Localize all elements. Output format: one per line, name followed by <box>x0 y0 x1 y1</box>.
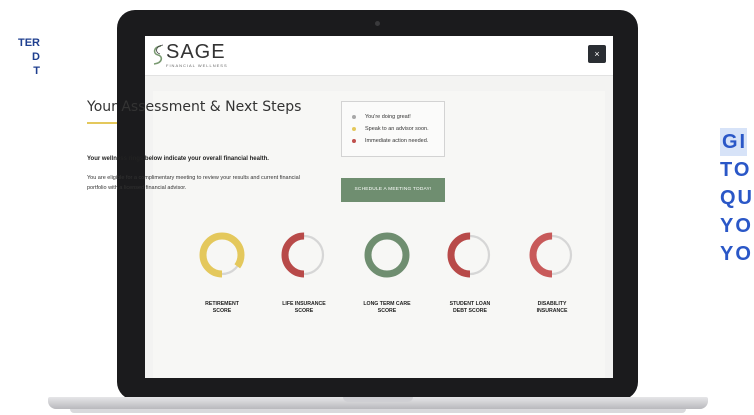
legend-label: You're doing great! <box>365 114 411 120</box>
app-header: SAGE FINANCIAL WELLNESS × <box>145 36 613 76</box>
eligibility-description: You are eligible for a complimentary mee… <box>87 175 300 191</box>
ring-label-line: DISABILITY <box>537 301 567 307</box>
legend-item: Speak to an advisor soon. <box>352 123 444 135</box>
legend-item: You're doing great! <box>352 111 444 123</box>
right-text-line: TO <box>720 159 752 181</box>
left-cropped-text: TER D T <box>0 36 40 78</box>
student-loan-score-ring <box>447 232 493 278</box>
ring-label-line: STUDENT LOAN <box>449 301 491 307</box>
status-legend: You're doing great! Speak to an advisor … <box>341 101 445 157</box>
camera-icon <box>375 21 380 26</box>
status-dot-icon <box>352 139 356 143</box>
ring-label-line: SCORE <box>377 308 397 314</box>
left-text-line: T <box>33 65 40 77</box>
laptop-screen: SAGE FINANCIAL WELLNESS × <box>145 36 613 378</box>
ring-label: LONG TERM CARE SCORE <box>352 301 422 315</box>
rings-subhead: Your wellness rings below indicate your … <box>87 156 269 162</box>
brand-tagline: FINANCIAL WELLNESS <box>166 63 228 68</box>
laptop-shadow <box>70 409 686 413</box>
long-term-care-score-ring <box>364 232 410 278</box>
ring-label: STUDENT LOAN DEBT SCORE <box>435 301 505 315</box>
ring-label-line: LONG TERM CARE <box>363 301 411 307</box>
ring-label: LIFE INSURANCE SCORE <box>269 301 339 315</box>
sage-leaf-icon <box>153 44 164 65</box>
status-dot-icon <box>352 127 356 131</box>
page-title: Your Assessment & Next Steps <box>87 99 302 115</box>
ring-fill <box>364 232 410 278</box>
right-text-line: GI <box>720 128 748 156</box>
right-text-line: QU <box>720 187 754 209</box>
retirement-score-ring <box>199 232 245 278</box>
life-insurance-score-ring <box>281 232 327 278</box>
ring-label-line: SCORE <box>294 308 314 314</box>
laptop-notch <box>343 397 413 402</box>
brand-name: SAGE <box>166 41 226 63</box>
right-text-line: YO <box>720 243 753 265</box>
left-text-line: TER <box>18 37 40 49</box>
ring-label: RETIREMENT SCORE <box>187 301 257 315</box>
legend-label: Speak to an advisor soon. <box>365 126 429 132</box>
ring-label-line: DEBT SCORE <box>452 308 487 314</box>
disability-insurance-ring <box>529 232 575 278</box>
title-underline <box>87 122 117 124</box>
left-text-line: D <box>32 51 40 63</box>
ring-label: DISABILITY INSURANCE <box>517 301 587 315</box>
ring-label-line: SCORE <box>212 308 232 314</box>
schedule-meeting-button[interactable]: SCHEDULE A MEETING TODAY! <box>341 178 445 202</box>
status-dot-icon <box>352 115 356 119</box>
ring-label-line: INSURANCE <box>536 308 568 314</box>
ring-label-line: RETIREMENT <box>205 301 239 307</box>
right-text-line: YO <box>720 215 753 237</box>
ring-label-line: LIFE INSURANCE <box>282 301 326 307</box>
right-cropped-text: GI TO QU YO YO <box>720 128 754 268</box>
close-button[interactable]: × <box>588 45 606 63</box>
legend-label: Immediate action needed. <box>365 138 429 144</box>
legend-item: Immediate action needed. <box>352 135 444 147</box>
